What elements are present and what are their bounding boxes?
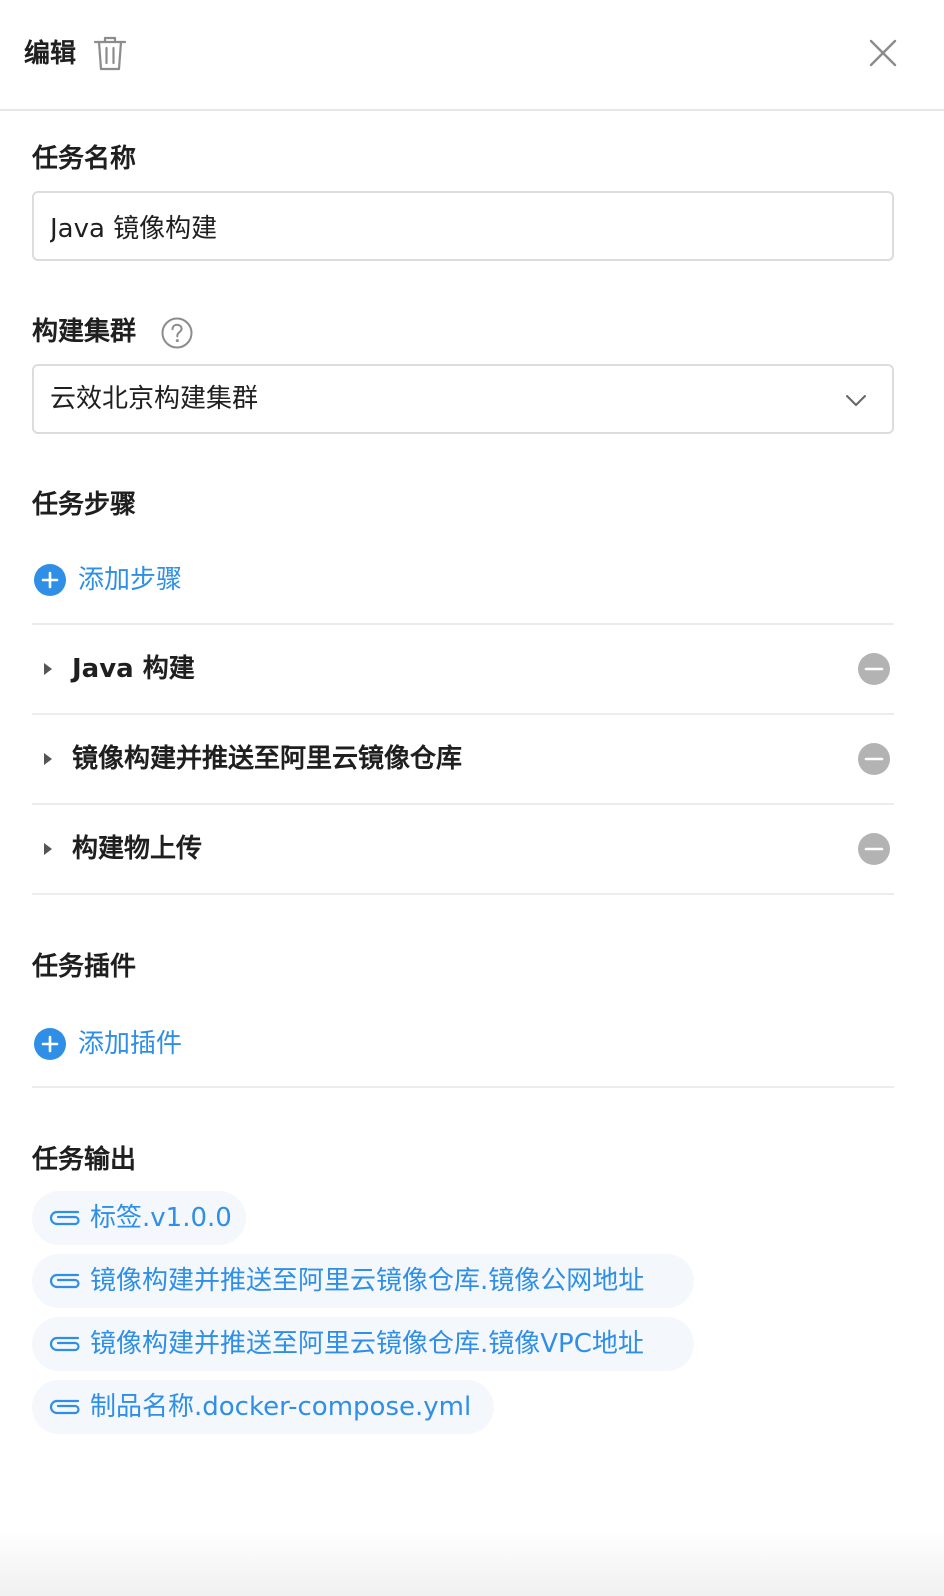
paperclip-icon: [49, 1210, 80, 1226]
help-icon[interactable]: [160, 316, 194, 350]
step-name: 构建物上传: [72, 834, 203, 864]
output-chip-label: 镜像构建并推送至阿里云镜像仓库.镜像公网地址: [90, 1266, 645, 1296]
step-row[interactable]: 构建物上传: [32, 805, 894, 893]
caret-right-icon[interactable]: [42, 751, 54, 767]
trash-icon[interactable]: [92, 34, 128, 72]
cluster-select[interactable]: 云效北京构建集群: [32, 364, 894, 434]
divider: [32, 1086, 894, 1088]
divider: [32, 893, 894, 895]
minus-circle-icon[interactable]: [858, 743, 890, 775]
add-plugin-label: 添加插件: [78, 1029, 183, 1059]
output-chip-label: 标签.v1.0.0: [90, 1203, 232, 1233]
step-row[interactable]: Java 构建: [32, 625, 894, 713]
output-chip[interactable]: 镜像构建并推送至阿里云镜像仓库.镜像公网地址: [32, 1254, 694, 1308]
task-name-input[interactable]: [32, 191, 894, 261]
plus-circle-icon: [34, 1028, 66, 1060]
output-chip[interactable]: 标签.v1.0.0: [32, 1191, 246, 1245]
paperclip-icon: [49, 1399, 80, 1415]
add-plugin-button[interactable]: 添加插件: [34, 1024, 204, 1064]
output-chip[interactable]: 制品名称.docker-compose.yml: [32, 1380, 494, 1434]
panel-header: 编辑: [0, 0, 944, 111]
caret-right-icon[interactable]: [42, 661, 54, 677]
minus-circle-icon[interactable]: [858, 653, 890, 685]
paperclip-icon: [49, 1273, 80, 1289]
plus-circle-icon: [34, 564, 66, 596]
minus-circle-icon[interactable]: [858, 833, 890, 865]
steps-label: 任务步骤: [32, 490, 137, 520]
plugins-label: 任务插件: [32, 952, 137, 982]
paperclip-icon: [49, 1336, 80, 1352]
output-chip[interactable]: 镜像构建并推送至阿里云镜像仓库.镜像VPC地址: [32, 1317, 694, 1371]
step-name: 镜像构建并推送至阿里云镜像仓库: [72, 744, 463, 774]
cluster-label: 构建集群: [32, 317, 137, 347]
outputs-label: 任务输出: [32, 1145, 137, 1175]
task-name-label: 任务名称: [32, 144, 137, 174]
add-step-label: 添加步骤: [78, 565, 183, 595]
output-chip-label: 镜像构建并推送至阿里云镜像仓库.镜像VPC地址: [90, 1329, 644, 1359]
cluster-select-value: 云效北京构建集群: [50, 384, 259, 414]
close-icon[interactable]: [866, 36, 900, 70]
panel-footer-shade: [0, 1530, 944, 1596]
add-step-button[interactable]: 添加步骤: [34, 560, 204, 600]
step-row[interactable]: 镜像构建并推送至阿里云镜像仓库: [32, 715, 894, 803]
step-name: Java 构建: [72, 654, 195, 684]
caret-right-icon[interactable]: [42, 841, 54, 857]
output-chip-label: 制品名称.docker-compose.yml: [90, 1392, 472, 1422]
chevron-down-icon: [846, 395, 866, 406]
panel-title: 编辑: [24, 39, 77, 69]
